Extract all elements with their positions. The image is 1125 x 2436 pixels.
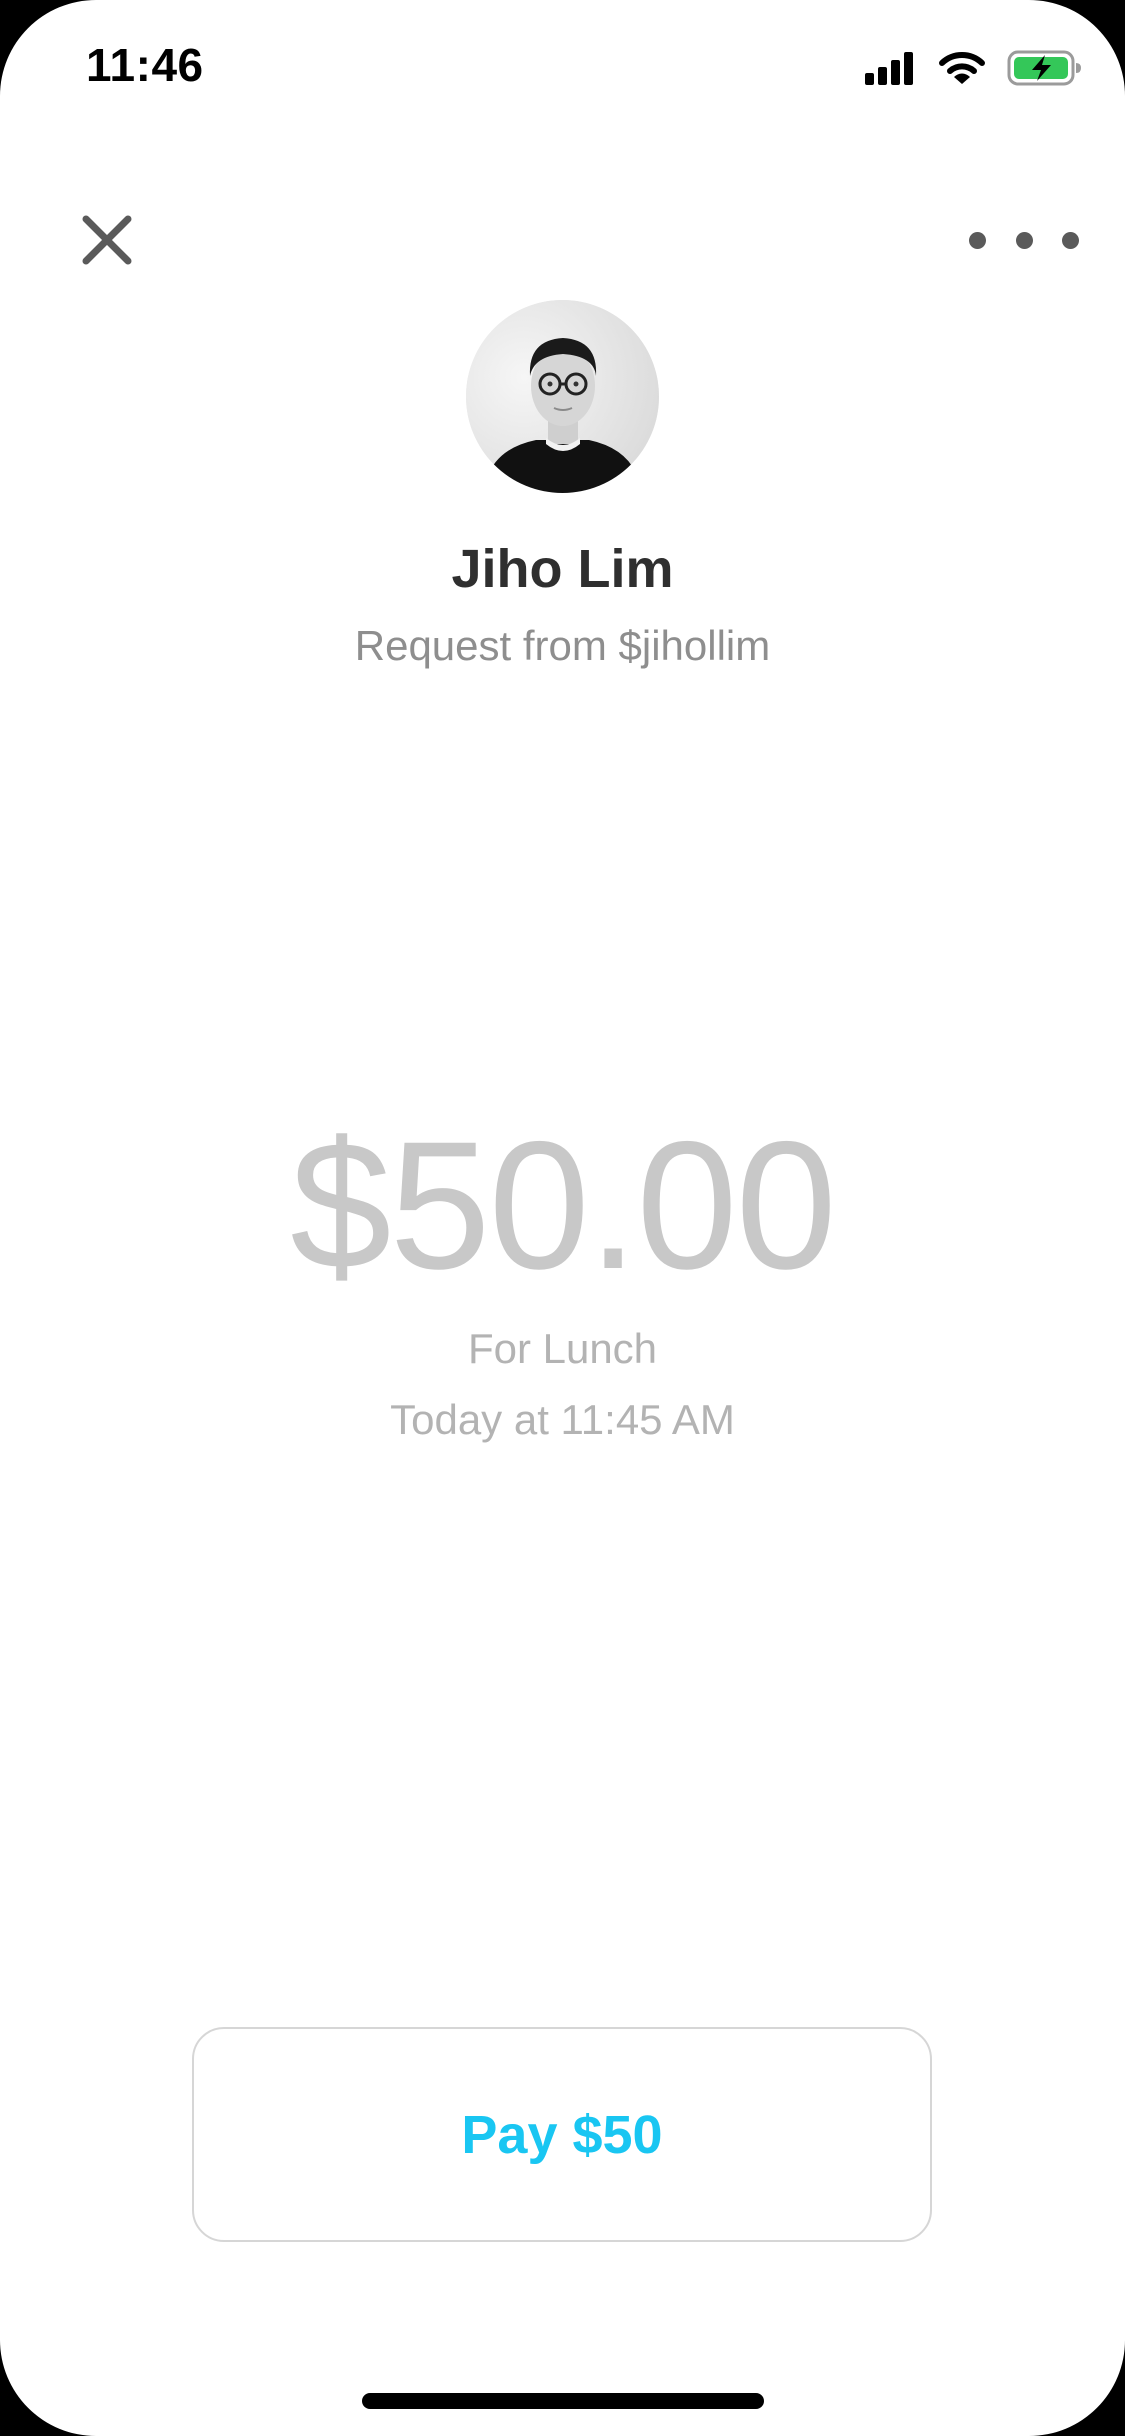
requester-name: Jiho Lim [451,539,674,599]
status-icons [865,50,1083,86]
close-button[interactable] [72,205,142,275]
request-note: For Lunch [467,1325,658,1372]
pay-button[interactable]: Pay $50 [192,2027,932,2242]
request-subtitle: Request from $jihollim [354,622,771,669]
cellular-signal-icon [865,51,917,85]
battery-charging-icon [1007,50,1083,86]
wifi-icon [939,51,985,85]
request-amount: $50.00 [290,1103,837,1307]
more-dot-icon [1015,231,1033,249]
more-dot-icon [1062,231,1079,249]
more-dot-icon [969,231,986,249]
request-timestamp: Today at 11:45 AM [390,1396,735,1443]
more-options-button[interactable] [969,215,1079,265]
status-time: 11:46 [86,39,204,91]
payment-request-screen: 11:46 Jiho Lim Request from $jihollim $5… [0,0,1125,2436]
pay-button-label: Pay $50 [461,2104,663,2165]
avatar [466,300,659,493]
close-icon [72,215,142,279]
home-indicator[interactable] [362,2393,764,2409]
